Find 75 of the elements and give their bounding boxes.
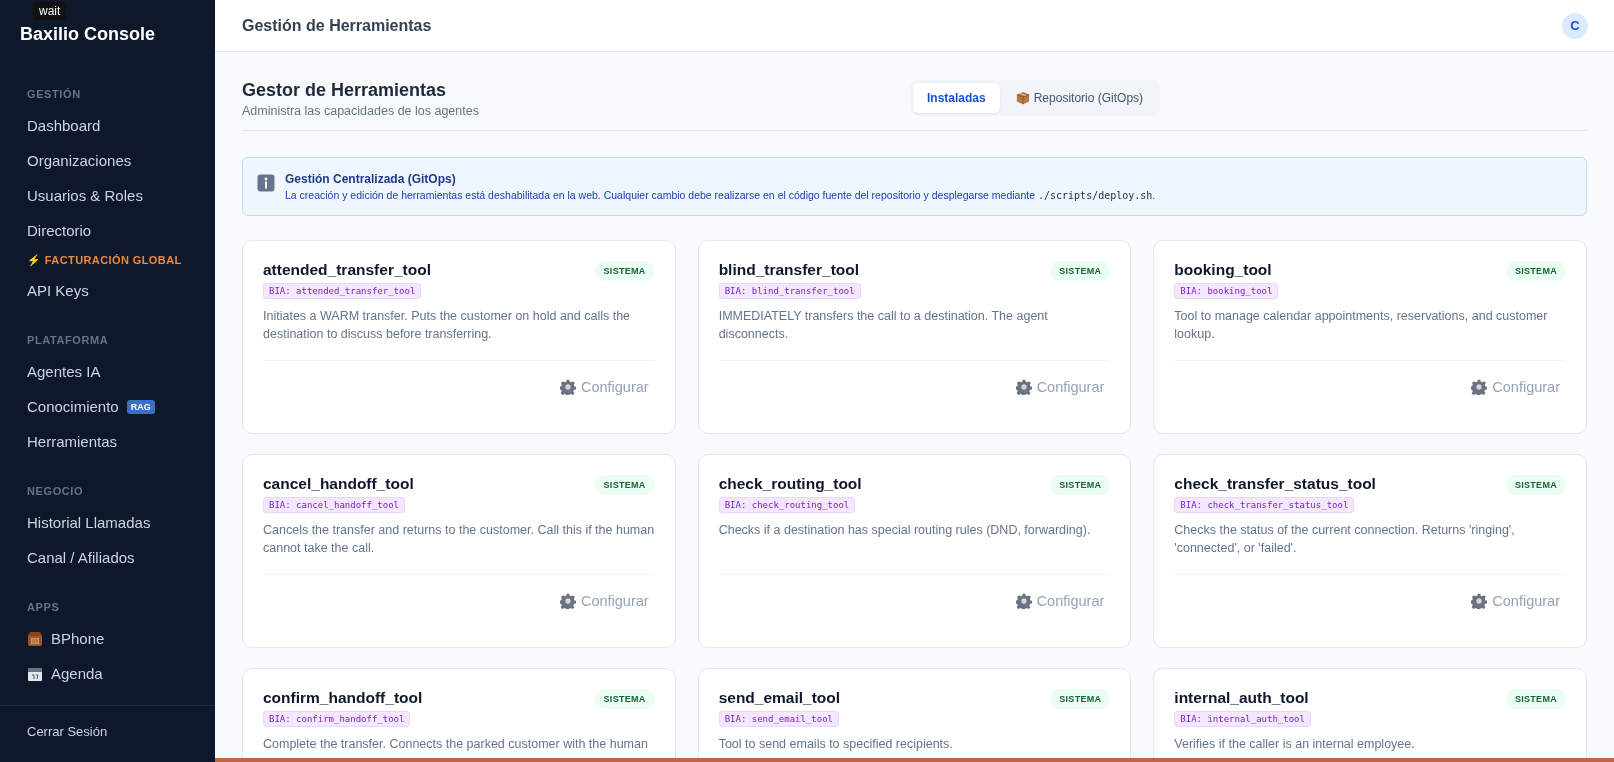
nav-badge: RAG [126,399,155,414]
system-badge: SISTEMA [1050,475,1111,495]
system-badge: SISTEMA [1050,689,1111,709]
tool-name: blind_transfer_tool [718,261,860,279]
page-header-title: Gestión de Herramientas [242,16,432,35]
system-badge: SISTEMA [1505,261,1566,281]
tool-name: check_transfer_status_tool [1174,475,1376,493]
tool-id-tag: BIA: attended_transfer_tool [263,283,422,299]
system-badge: SISTEMA [594,689,655,709]
nav-item[interactable]: Agentes IA [27,354,101,389]
section-heading: APPS [27,601,61,613]
settings-icon [559,593,576,609]
settings-icon [1015,593,1032,609]
tool-id-tag: BIA: check_routing_tool [718,497,856,513]
nav-item[interactable]: Canal / Afiliados [27,540,135,575]
tooltip: wait [33,2,67,20]
nav-item[interactable]: Dashboard [27,108,101,143]
settings-icon [1471,379,1488,395]
system-badge: SISTEMA [1505,689,1566,709]
tool-id-tag: BIA: booking_tool [1174,283,1279,299]
logout-link[interactable]: Cerrar Sesión [27,715,188,748]
banner-title: Gestión Centralizada (GitOps) [285,172,457,186]
nav-item[interactable]: ⚡ FACTURACIÓN GLOBAL [27,248,182,273]
tool-description: Tool to send emails to specified recipients. [718,736,954,753]
tool-description: Cancels the transfer and returns to the customer. Call this if the human cannot take the call. [263,522,655,557]
calendar-icon [27,665,43,682]
tool-id-tag: BIA: confirm_handoff_tool [263,711,411,727]
tool-name: cancel_handoff_tool [263,475,414,493]
tab[interactable]: Repositorio (GitOps) [1001,83,1158,113]
page-subtitle: Administra las capacidades de los agentes [242,104,480,118]
banner-text: La creación y edición de herramientas está deshabilitada en la web. Cualquier cambio debe realizarse en el código fuente del repositorio y desplegarse mediante ./scripts/deploy.sh. [285,189,1156,201]
nav-item[interactable]: Usuarios & Roles [27,178,143,213]
nav-item[interactable]: Historial Llamadas [27,505,151,540]
section-heading: PLATAFORMA [27,334,110,346]
tool-description: Complete the transfer. Connects the parked customer with the human [263,736,649,753]
tab[interactable]: Instaladas [913,83,1000,113]
tool-id-tag: BIA: internal_auth_tool [1174,711,1311,727]
section-heading: GESTIÓN [27,88,82,100]
tool-name: send_email_tool [718,689,841,707]
tool-description: Verifies if the caller is an internal employee. [1174,736,1416,753]
tool-description: Tool to manage calendar appointments, reservations, and customer lookup. [1174,308,1549,343]
tool-description: Checks the status of the current connection. Returns 'ringing', 'connected', or 'failed'. [1174,522,1516,557]
section-heading: NEGOCIO [27,485,85,497]
tool-id-tag: BIA: send_email_tool [718,711,840,727]
nav-item[interactable]: Agenda [51,656,103,691]
system-badge: SISTEMA [1505,475,1566,495]
app-logo: Baxilio Console [20,24,157,45]
page-title: Gestor de Herramientas [242,80,448,101]
system-badge: SISTEMA [594,475,655,495]
nav-item[interactable]: Organizaciones [27,143,132,178]
nav-item[interactable]: BPhone [51,621,105,656]
tool-name: internal_auth_tool [1174,689,1309,707]
nav-item[interactable]: Conocimiento [27,389,119,424]
tool-name: booking_tool [1174,261,1272,279]
telephone-icon [27,630,43,647]
package-icon [1015,91,1030,105]
tool-description: IMMEDIATELY transfers the call to a destination. The agent disconnects. [718,308,1049,343]
nav-item[interactable]: Herramientas [27,424,118,459]
tool-description: Initiates a WARM transfer. Puts the customer on hold and calls the destination to discuss before transferring. [263,308,632,343]
system-badge: SISTEMA [1050,261,1111,281]
nav-item[interactable]: Directorio [27,213,92,248]
info-icon [257,174,275,192]
settings-icon [1015,379,1032,395]
system-badge: SISTEMA [594,261,655,281]
user-avatar[interactable]: C [1562,12,1588,39]
tool-name: check_routing_tool [718,475,862,493]
tool-id-tag: BIA: blind_transfer_tool [718,283,861,299]
tool-id-tag: BIA: cancel_handoff_tool [263,497,406,513]
tool-name: confirm_handoff_tool [263,689,423,707]
nav-item[interactable]: API Keys [27,273,89,308]
tool-id-tag: BIA: check_transfer_status_tool [1174,497,1355,513]
tool-description: Checks if a destination has special routing rules (DND, forwarding). [718,522,1092,539]
settings-icon [1471,593,1488,609]
tool-name: attended_transfer_tool [263,261,431,279]
settings-icon [559,379,576,395]
